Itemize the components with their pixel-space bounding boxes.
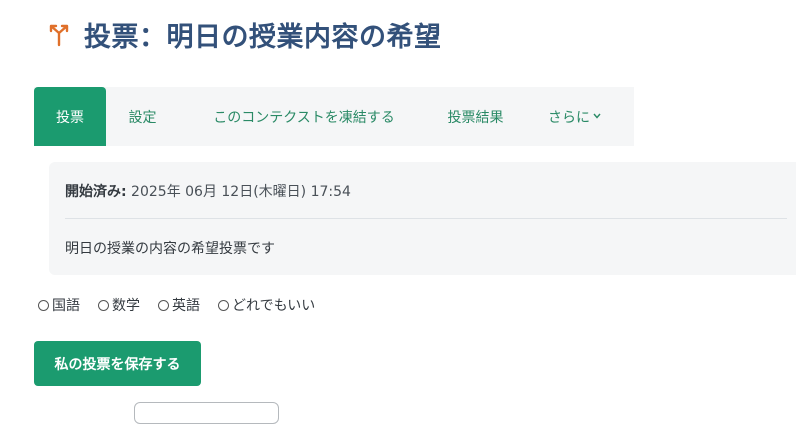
choice-options: 国語 数学 英語 どれでもいい [38, 295, 333, 315]
radio-button[interactable] [158, 299, 169, 311]
secondary-navigation: 投票 設定 このコンテクストを凍結する 投票結果 さらに [34, 87, 634, 146]
tab-freeze-context[interactable]: このコンテクストを凍結する [179, 87, 429, 146]
radio-button[interactable] [38, 299, 49, 311]
tab-settings[interactable]: 設定 [106, 87, 179, 146]
radio-button[interactable] [98, 299, 109, 311]
option-label: どれでもいい [232, 298, 316, 314]
opened-label: 開始済み: [65, 184, 127, 200]
option-label: 数学 [112, 298, 140, 314]
activity-description: 明日の授業の内容の希望投票です [65, 241, 275, 257]
chevron-down-icon [593, 111, 601, 122]
choice-icon [46, 21, 72, 47]
tab-label: 設定 [128, 109, 157, 126]
tab-label: さらに [548, 109, 590, 126]
activity-info-panel: 開始済み: 2025年 06月 12日(木曜日) 17:54 明日の授業の内容の… [49, 162, 796, 275]
page-header: 投票：明日の授業内容の希望 [46, 14, 442, 54]
option-eigo[interactable]: 英語 [158, 295, 200, 315]
option-sugaku[interactable]: 数学 [98, 295, 140, 315]
option-label: 国語 [52, 298, 80, 314]
page-title: 投票：明日の授業内容の希望 [84, 21, 442, 53]
divider [65, 218, 787, 219]
tab-label: 投票 [56, 109, 84, 126]
tab-label: 投票結果 [447, 109, 504, 126]
tab-more[interactable]: さらに [522, 87, 627, 146]
tab-vote[interactable]: 投票 [34, 87, 106, 146]
opened-date: 開始済み: 2025年 06月 12日(木曜日) 17:54 [65, 181, 351, 201]
opened-value: 2025年 06月 12日(木曜日) 17:54 [126, 184, 351, 200]
tab-results[interactable]: 投票結果 [429, 87, 522, 146]
save-vote-button[interactable]: 私の投票を保存する [34, 341, 201, 386]
option-label: 英語 [172, 298, 200, 314]
tab-label: このコンテクストを凍結する [213, 109, 395, 126]
option-any[interactable]: どれでもいい [218, 295, 315, 315]
partial-element[interactable] [134, 402, 279, 424]
option-kokugo[interactable]: 国語 [38, 295, 80, 315]
radio-button[interactable] [218, 299, 229, 311]
